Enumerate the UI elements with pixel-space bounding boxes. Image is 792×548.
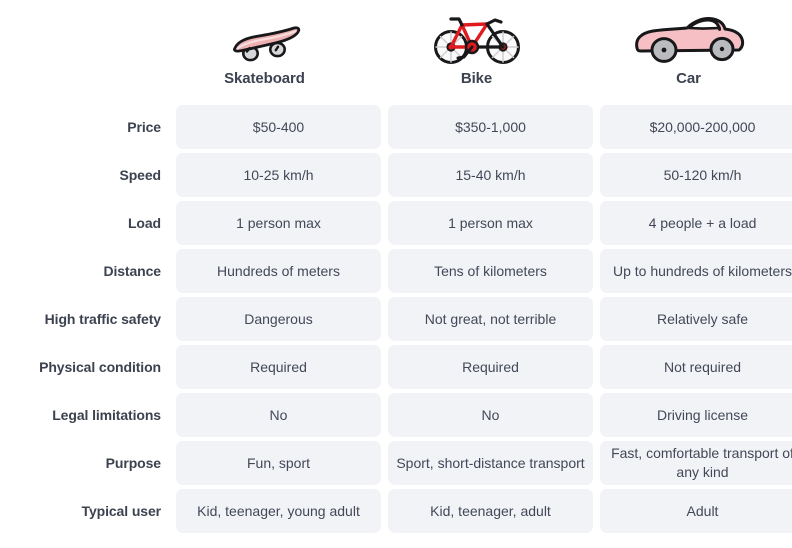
cell-legal-limitations-car: Driving license bbox=[600, 393, 792, 437]
cell-legal-limitations-skateboard: No bbox=[176, 393, 381, 437]
cell-physical-condition-skateboard: Required bbox=[176, 345, 381, 389]
cell-purpose-car: Fast, comfortable transport of any kind bbox=[600, 441, 792, 485]
cell-typical-user-car: Adult bbox=[600, 489, 792, 533]
cell-price-bike: $350-1,000 bbox=[388, 105, 593, 149]
row-label-legal-limitations: Legal limitations bbox=[52, 407, 161, 423]
cell-distance-bike: Tens of kilometers bbox=[388, 249, 593, 293]
comparison-table-container: Skateboard Bike Car Price $50-400 $350-1… bbox=[0, 0, 792, 548]
table-row: Typical user Kid, teenager, young adult … bbox=[0, 489, 792, 533]
table-row: Physical condition Required Required Not… bbox=[0, 345, 792, 389]
column-header-skateboard: Skateboard bbox=[162, 0, 367, 101]
cell-physical-condition-car: Not required bbox=[600, 345, 792, 389]
table-row: Distance Hundreds of meters Tens of kilo… bbox=[0, 249, 792, 293]
row-label-typical-user: Typical user bbox=[81, 503, 162, 519]
cell-high-traffic-safety-car: Relatively safe bbox=[600, 297, 792, 341]
table-row: Speed 10-25 km/h 15-40 km/h 50-120 km/h bbox=[0, 153, 792, 197]
car-icon bbox=[627, 8, 751, 70]
column-header-label: Car bbox=[676, 70, 701, 87]
cell-speed-bike: 15-40 km/h bbox=[388, 153, 593, 197]
bike-icon bbox=[431, 8, 523, 70]
cell-distance-car: Up to hundreds of kilometers bbox=[600, 249, 792, 293]
row-label-load: Load bbox=[127, 215, 161, 231]
table-header-row: Skateboard Bike Car bbox=[0, 0, 792, 101]
cell-load-skateboard: 1 person max bbox=[176, 201, 381, 245]
cell-speed-car: 50-120 km/h bbox=[600, 153, 792, 197]
column-header-bike: Bike bbox=[374, 0, 579, 101]
cell-price-skateboard: $50-400 bbox=[176, 105, 381, 149]
row-label-high-traffic-safety: High traffic safety bbox=[44, 311, 161, 327]
row-label-purpose: Purpose bbox=[105, 455, 161, 471]
cell-high-traffic-safety-skateboard: Dangerous bbox=[176, 297, 381, 341]
cell-typical-user-skateboard: Kid, teenager, young adult bbox=[176, 489, 381, 533]
row-label-distance: Distance bbox=[103, 263, 161, 279]
row-label-price: Price bbox=[127, 119, 161, 135]
cell-purpose-skateboard: Fun, sport bbox=[176, 441, 381, 485]
cell-load-bike: 1 person max bbox=[388, 201, 593, 245]
skateboard-icon bbox=[225, 8, 305, 70]
cell-distance-skateboard: Hundreds of meters bbox=[176, 249, 381, 293]
table-body: Price $50-400 $350-1,000 $20,000-200,000… bbox=[0, 105, 792, 533]
column-header-label: Skateboard bbox=[224, 70, 305, 87]
table-row: High traffic safety Dangerous Not great,… bbox=[0, 297, 792, 341]
cell-typical-user-bike: Kid, teenager, adult bbox=[388, 489, 593, 533]
comparison-table: Price $50-400 $350-1,000 $20,000-200,000… bbox=[0, 101, 792, 537]
cell-legal-limitations-bike: No bbox=[388, 393, 593, 437]
cell-high-traffic-safety-bike: Not great, not terrible bbox=[388, 297, 593, 341]
column-header-car: Car bbox=[586, 0, 791, 101]
table-row: Price $50-400 $350-1,000 $20,000-200,000 bbox=[0, 105, 792, 149]
row-label-speed: Speed bbox=[119, 167, 161, 183]
cell-load-car: 4 people + a load bbox=[600, 201, 792, 245]
cell-physical-condition-bike: Required bbox=[388, 345, 593, 389]
table-row: Load 1 person max 1 person max 4 people … bbox=[0, 201, 792, 245]
table-row: Legal limitations No No Driving license bbox=[0, 393, 792, 437]
cell-speed-skateboard: 10-25 km/h bbox=[176, 153, 381, 197]
column-header-label: Bike bbox=[460, 70, 493, 87]
cell-price-car: $20,000-200,000 bbox=[600, 105, 792, 149]
table-row: Purpose Fun, sport Sport, short-distance… bbox=[0, 441, 792, 485]
row-label-physical-condition: Physical condition bbox=[39, 359, 161, 375]
cell-purpose-bike: Sport, short-distance transport bbox=[388, 441, 593, 485]
